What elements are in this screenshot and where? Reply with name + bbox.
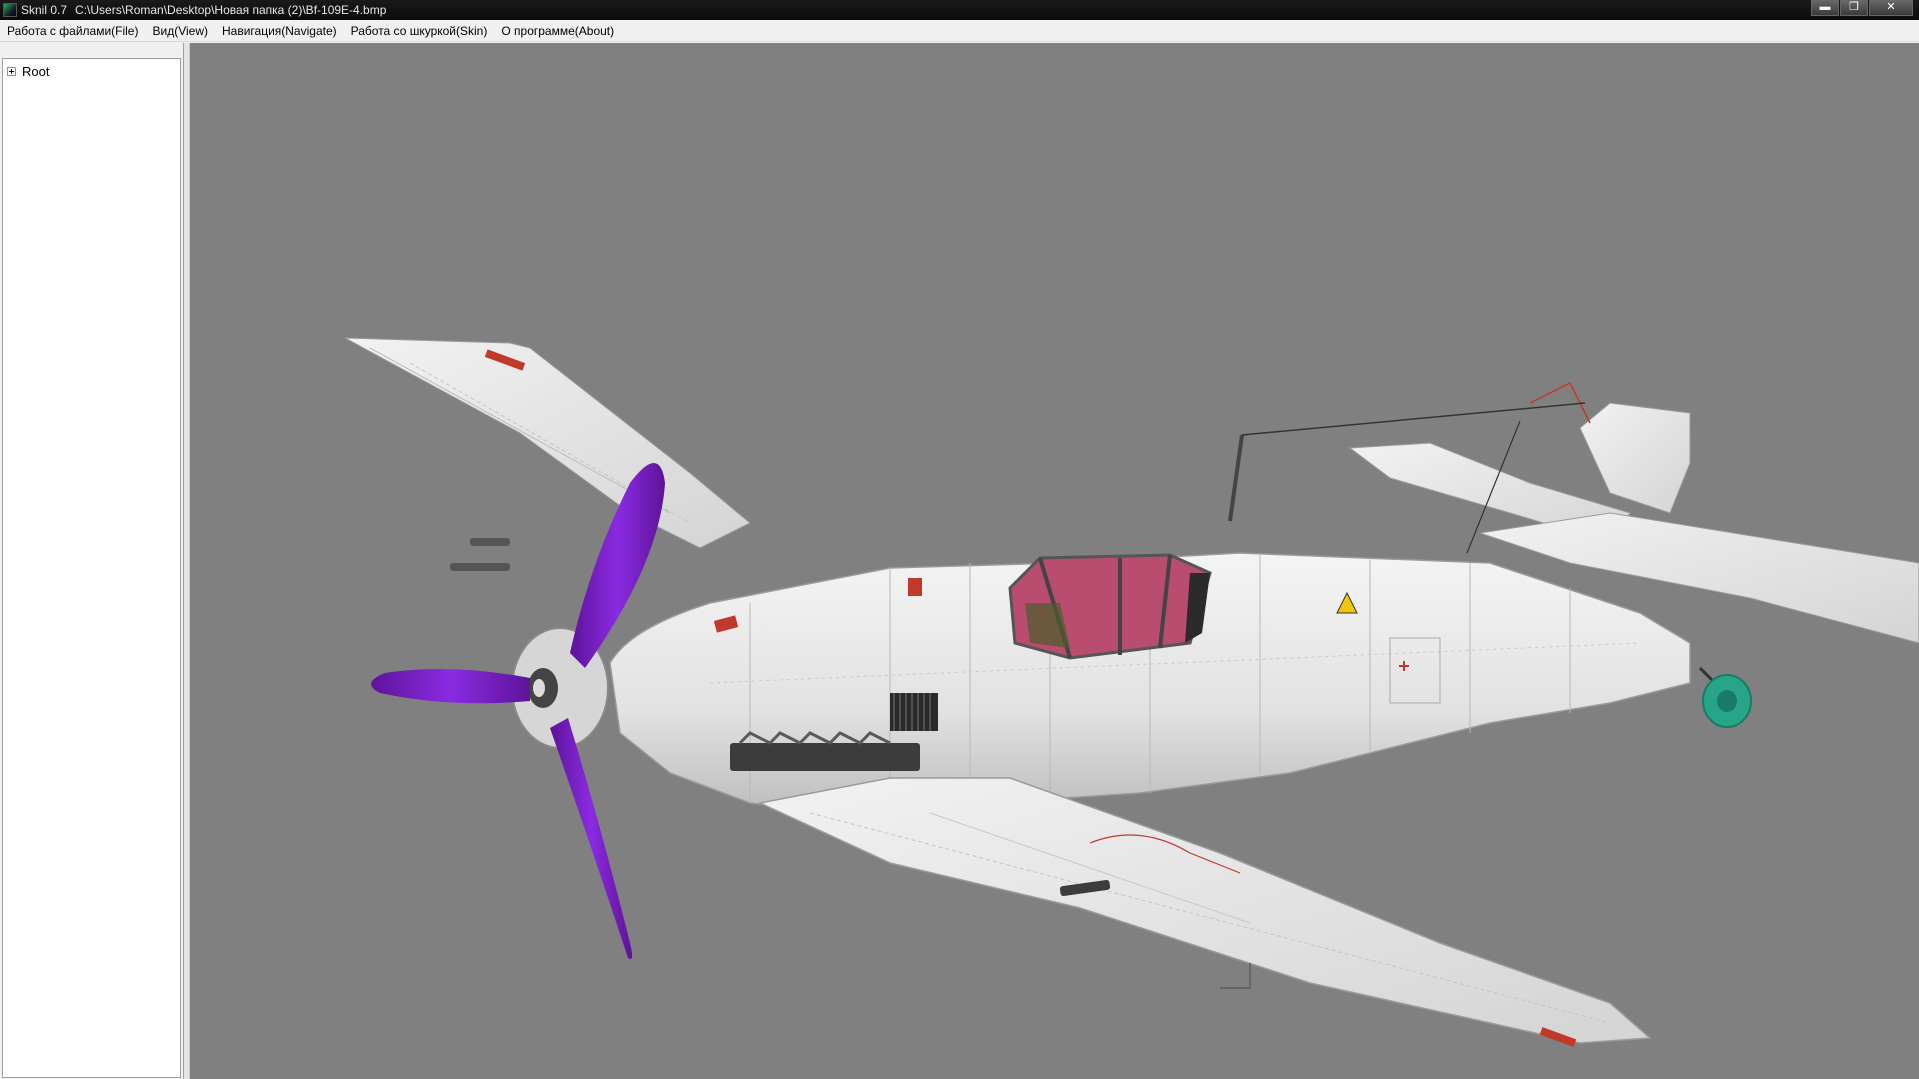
canopy (1008, 553, 1212, 660)
maximize-button[interactable]: ❐ (1840, 0, 1868, 16)
wing-cannon (450, 563, 510, 571)
menu-bar: Работа с файлами(File) Вид(View) Навигац… (0, 20, 1919, 42)
tree-view[interactable]: Root (2, 58, 181, 1078)
menu-skin[interactable]: Работа со шкуркой(Skin) (344, 20, 495, 42)
app-icon (3, 3, 17, 17)
expand-plus-icon[interactable] (7, 67, 16, 76)
title-bar: Sknil 0.7 C:\Users\Roman\Desktop\Новая п… (0, 0, 1919, 20)
close-button[interactable]: ✕ (1869, 0, 1913, 16)
sidebar-panel: Root (0, 43, 184, 1079)
menu-view[interactable]: Вид(View) (145, 20, 215, 42)
lower-wing (757, 777, 1652, 1047)
minimize-button[interactable]: ▬ (1811, 0, 1839, 16)
tailwheel (1698, 666, 1752, 728)
tree-node-label: Root (22, 64, 50, 79)
3d-viewport[interactable] (190, 43, 1919, 1079)
aircraft-model-render (344, 337, 1919, 1047)
upper-wing (344, 337, 751, 549)
window-title-path: C:\Users\Roman\Desktop\Новая папка (2)\B… (75, 3, 387, 17)
menu-file[interactable]: Работа с файлами(File) (0, 20, 145, 42)
window-controls: ▬ ❐ ✕ (1810, 0, 1913, 18)
menu-about[interactable]: О программе(About) (494, 20, 621, 42)
tree-node-root[interactable]: Root (7, 64, 49, 79)
menu-navigate[interactable]: Навигация(Navigate) (215, 20, 344, 42)
window-title-app: Sknil 0.7 (21, 3, 68, 17)
